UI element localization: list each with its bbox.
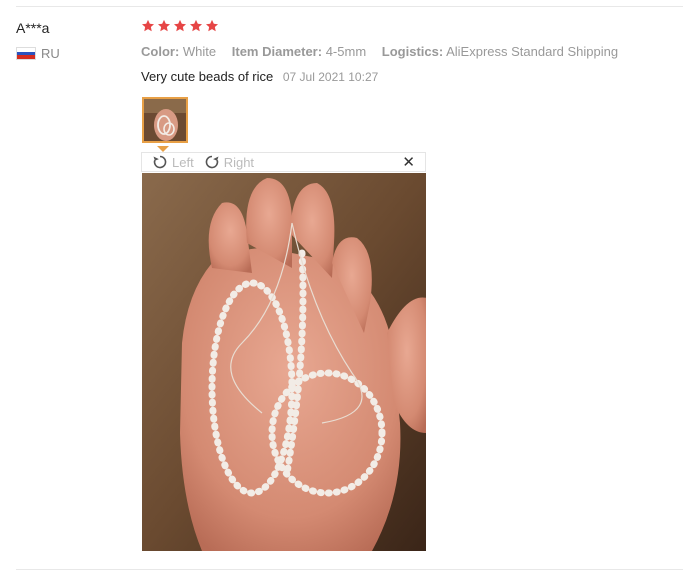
bottom-divider xyxy=(16,569,683,570)
order-attributes: Color: White Item Diameter: 4-5mm Logist… xyxy=(141,44,630,59)
attribute-key: Logistics: xyxy=(381,44,444,59)
star-icon xyxy=(141,19,155,32)
review-date: 07 Jul 2021 10:27 xyxy=(282,70,379,84)
star-icon xyxy=(157,19,171,32)
rotate-left-icon xyxy=(153,155,167,169)
reviewer-country: RU xyxy=(16,46,60,61)
rotate-right-button[interactable]: Right xyxy=(204,154,254,170)
star-icon xyxy=(189,19,203,32)
review-content: Very cute beads of rice 07 Jul 2021 10:2… xyxy=(141,69,378,84)
attribute-key: Color: xyxy=(141,44,180,59)
thumbnail-image xyxy=(144,99,186,141)
russia-flag-icon xyxy=(16,47,36,60)
attribute-logistics: Logistics: AliExpress Standard Shipping xyxy=(382,44,618,59)
rotate-right-icon xyxy=(205,155,219,169)
rotate-right-label: Right xyxy=(223,154,255,170)
attribute-diameter: Item Diameter: 4-5mm xyxy=(232,44,370,59)
close-icon[interactable]: ✕ xyxy=(402,155,415,170)
star-icon xyxy=(205,19,219,32)
rotate-left-button[interactable]: Left xyxy=(152,154,194,170)
attribute-color: Color: White xyxy=(141,44,220,59)
photo-image xyxy=(142,173,426,551)
rotate-left-label: Left xyxy=(172,154,194,170)
image-viewer-toolbar: Left Right ✕ xyxy=(141,152,426,172)
attribute-value: White xyxy=(182,44,217,59)
reviewer-name: A***a xyxy=(16,20,50,36)
review-photo-thumbnail[interactable] xyxy=(142,97,188,143)
country-code: RU xyxy=(41,46,60,61)
attribute-value: 4-5mm xyxy=(325,44,367,59)
attribute-key: Item Diameter: xyxy=(231,44,323,59)
review-photo-enlarged xyxy=(142,173,426,551)
review-text: Very cute beads of rice xyxy=(141,69,274,84)
attribute-value: AliExpress Standard Shipping xyxy=(446,44,619,59)
top-divider xyxy=(16,6,683,7)
star-rating xyxy=(141,19,219,33)
star-icon xyxy=(173,19,187,32)
